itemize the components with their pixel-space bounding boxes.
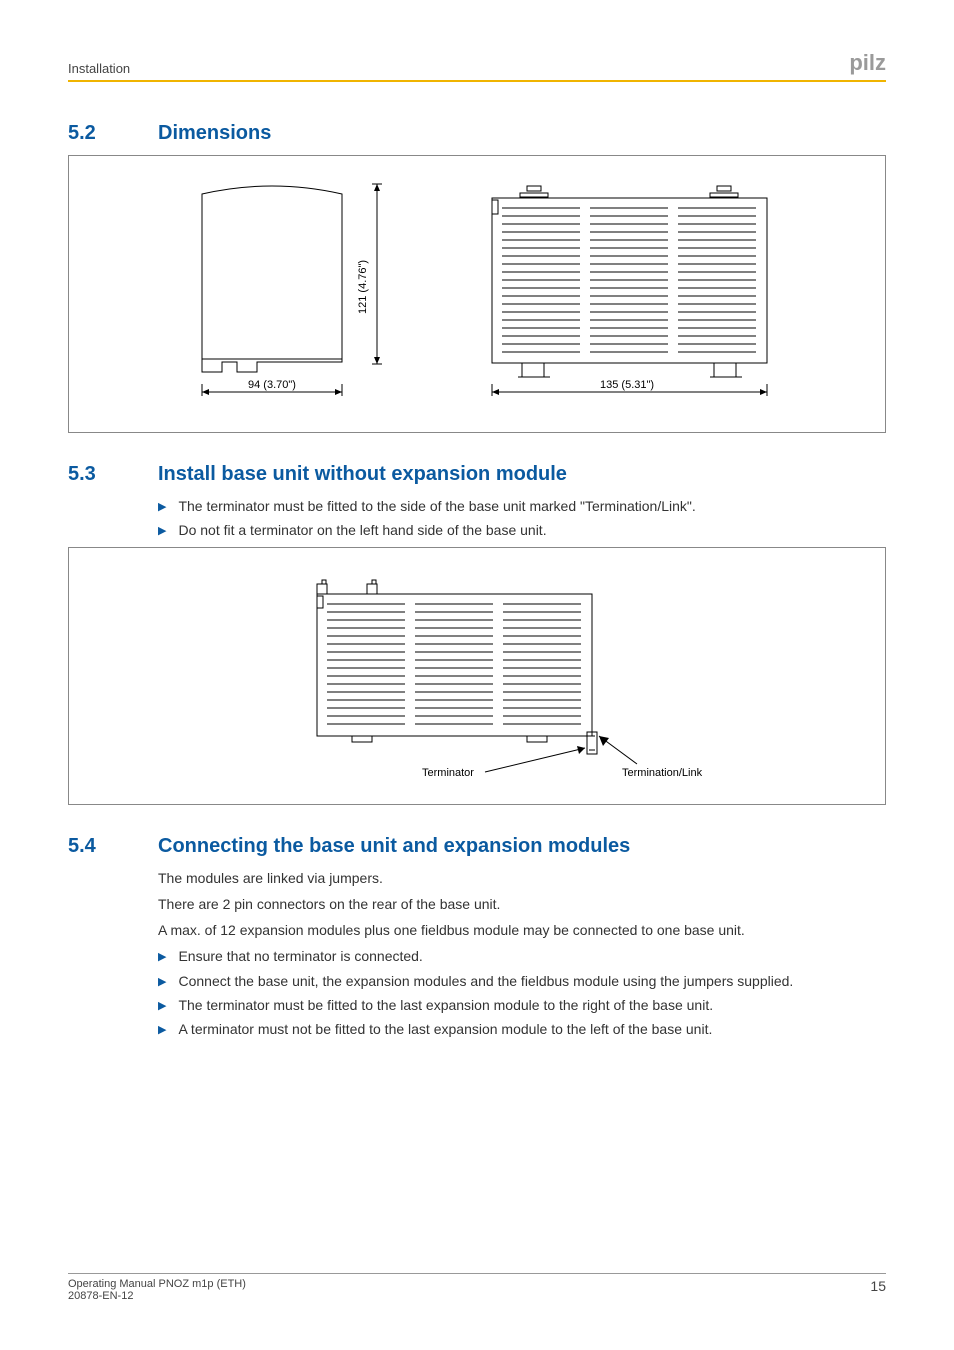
section-number: 5.2 xyxy=(68,122,158,145)
bullet-text: A terminator must not be fitted to the l… xyxy=(178,1019,712,1039)
bullet-icon: ▶ xyxy=(158,1023,166,1039)
section-5-3-body: ▶ The terminator must be fitted to the s… xyxy=(158,496,886,541)
list-item: ▶ A terminator must not be fitted to the… xyxy=(158,1019,886,1039)
paragraph: The modules are linked via jumpers. xyxy=(158,868,886,888)
bullet-icon: ▶ xyxy=(158,950,166,966)
section-title: Connecting the base unit and expansion m… xyxy=(158,835,630,858)
footer-doc-id: 20878-EN-12 xyxy=(68,1290,246,1302)
section-title: Install base unit without expansion modu… xyxy=(158,463,567,486)
list-item: ▶ The terminator must be fitted to the l… xyxy=(158,995,886,1015)
section-heading-dimensions: 5.2 Dimensions xyxy=(68,122,886,145)
list-item: ▶ Connect the base unit, the expansion m… xyxy=(158,971,886,991)
header-section-label: Installation xyxy=(68,61,130,76)
brand-logo: pilz xyxy=(849,50,886,76)
dimensions-side-svg: 121 (4.76") 94 (3.70") xyxy=(162,174,452,414)
section-number: 5.3 xyxy=(68,463,158,486)
section-heading-install-base: 5.3 Install base unit without expansion … xyxy=(68,463,886,486)
section-number: 5.4 xyxy=(68,835,158,858)
bullet-icon: ▶ xyxy=(158,975,166,991)
list-item: ▶ Ensure that no terminator is connected… xyxy=(158,946,886,966)
paragraph: There are 2 pin connectors on the rear o… xyxy=(158,894,886,914)
section-5-4-body: The modules are linked via jumpers. Ther… xyxy=(158,868,886,1040)
figure-install-base: Terminator Termination/Link xyxy=(68,547,886,805)
list-item: ▶ The terminator must be fitted to the s… xyxy=(158,496,886,516)
footer-manual-title: Operating Manual PNOZ m1p (ETH) xyxy=(68,1278,246,1290)
page: Installation pilz 5.2 Dimensions xyxy=(0,0,954,1350)
section-title: Dimensions xyxy=(158,122,271,145)
label-terminator: Terminator xyxy=(422,767,474,779)
bullet-text: The terminator must be fitted to the las… xyxy=(178,995,713,1015)
bullet-text: Connect the base unit, the expansion mod… xyxy=(178,971,793,991)
footer-page-number: 15 xyxy=(870,1278,886,1294)
dim-width-side-label: 94 (3.70") xyxy=(248,379,296,391)
bullet-icon: ▶ xyxy=(158,999,166,1015)
bullet-text: Ensure that no terminator is connected. xyxy=(178,946,422,966)
bullet-icon: ▶ xyxy=(158,524,166,540)
label-termination-link: Termination/Link xyxy=(622,767,703,779)
page-header: Installation pilz xyxy=(68,50,886,82)
figure-dimensions: 121 (4.76") 94 (3.70") xyxy=(68,155,886,433)
list-item: ▶ Do not fit a terminator on the left ha… xyxy=(158,520,886,540)
bullet-text: Do not fit a terminator on the left hand… xyxy=(178,520,546,540)
bullet-icon: ▶ xyxy=(158,500,166,516)
page-footer: Operating Manual PNOZ m1p (ETH) 20878-EN… xyxy=(68,1273,886,1302)
footer-left: Operating Manual PNOZ m1p (ETH) 20878-EN… xyxy=(68,1278,246,1302)
paragraph: A max. of 12 expansion modules plus one … xyxy=(158,920,886,940)
dimensions-front-svg: 135 (5.31") xyxy=(482,174,792,414)
install-base-svg: Terminator Termination/Link xyxy=(197,576,757,786)
dim-width-front-label: 135 (5.31") xyxy=(600,379,654,391)
bullet-text: The terminator must be fitted to the sid… xyxy=(178,496,695,516)
dim-height-label: 121 (4.76") xyxy=(357,260,369,314)
section-heading-connecting: 5.4 Connecting the base unit and expansi… xyxy=(68,835,886,858)
